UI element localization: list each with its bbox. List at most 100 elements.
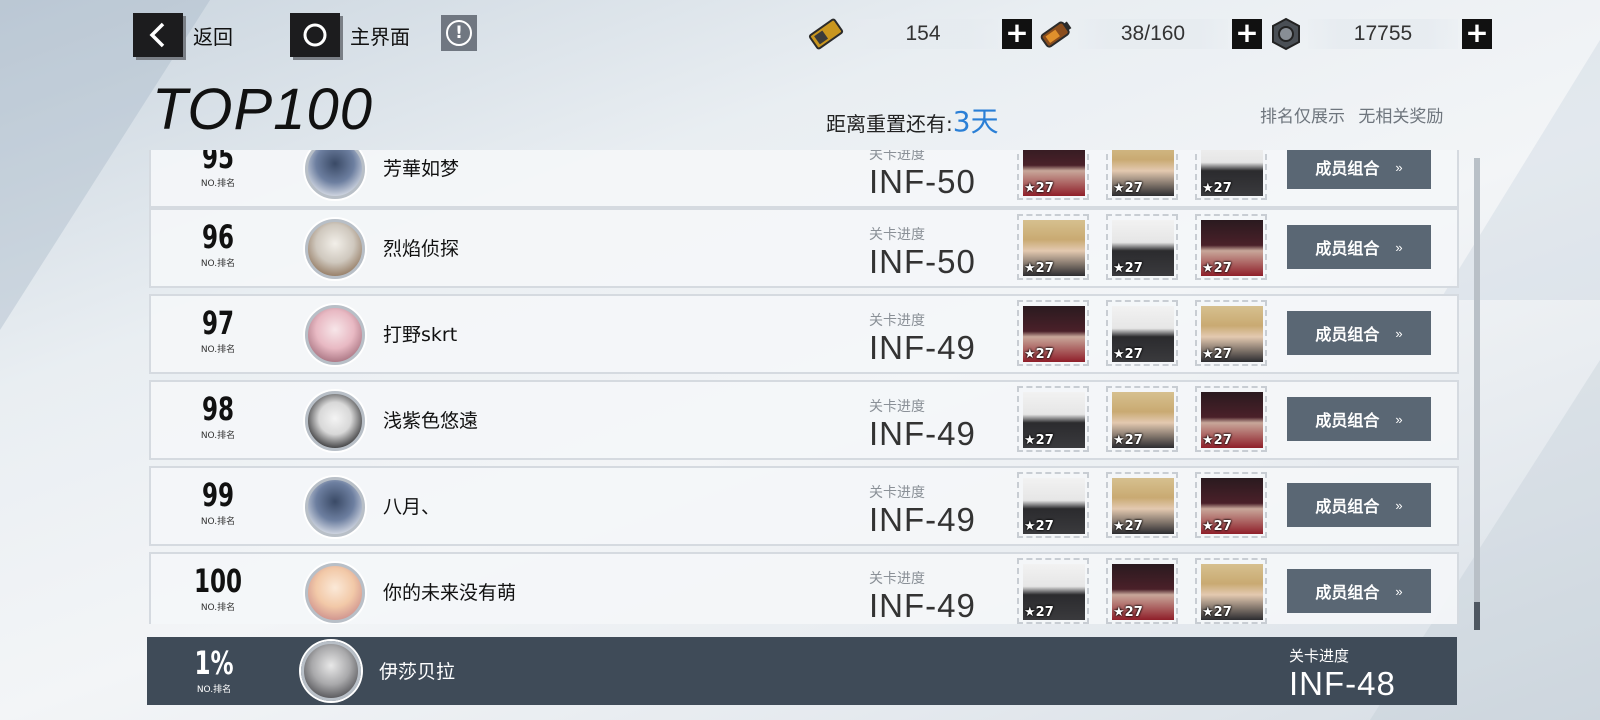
member-portrait: ★27: [1106, 300, 1178, 366]
member-portrait: ★27: [1195, 214, 1267, 280]
rank-block: 98 NO.排名: [173, 390, 263, 441]
member-portrait: ★27: [1106, 472, 1178, 538]
stage-progress: 关卡进度 INF-49: [869, 310, 976, 366]
leaderboard-row: 100 NO.排名 你的未来没有萌 关卡进度 INF-49 ★27 ★27 ★2…: [149, 552, 1459, 624]
player-avatar[interactable]: [305, 563, 365, 623]
member-portrait: ★27: [1106, 386, 1178, 452]
home-label: 主界面: [350, 24, 410, 49]
player-name: 八月、: [383, 496, 441, 518]
member-level: ★27: [1024, 261, 1054, 276]
info-button[interactable]: !: [441, 15, 477, 51]
member-portrait: ★27: [1017, 150, 1089, 200]
chevron-right-icon: »: [1395, 497, 1403, 513]
member-portrait: ★27: [1106, 214, 1178, 280]
back-arrow-icon: [133, 13, 183, 57]
member-level: ★27: [1202, 347, 1232, 362]
stage-progress: 关卡进度 INF-49: [869, 396, 976, 452]
team-composition-button[interactable]: 成员组合 »: [1287, 483, 1431, 527]
member-level: ★27: [1113, 519, 1143, 534]
rank-number: 100: [193, 562, 243, 600]
member-portrait: ★27: [1017, 214, 1089, 280]
add-coin-button[interactable]: +: [1462, 19, 1492, 49]
ranking-note: 排名仅展示 无相关奖励: [1260, 107, 1444, 127]
rank-sub-label: NO.排名: [200, 259, 236, 269]
page-title: TOP100: [152, 77, 373, 142]
team-members: ★27 ★27 ★27: [1017, 214, 1284, 280]
team-composition-button[interactable]: 成员组合 »: [1287, 150, 1431, 189]
progress-value: INF-49: [869, 587, 976, 624]
rank-block: 99 NO.排名: [173, 476, 263, 527]
member-portrait: ★27: [1017, 386, 1089, 452]
rank-block: 97 NO.排名: [173, 304, 263, 355]
my-stage-progress: 关卡进度 INF-48: [1289, 645, 1396, 702]
player-avatar[interactable]: [305, 150, 365, 199]
member-level: ★27: [1202, 261, 1232, 276]
member-portrait: ★27: [1017, 558, 1089, 624]
leaderboard-list[interactable]: 95 NO.排名 芳華如梦 关卡进度 INF-50 ★27 ★27 ★27 成员…: [149, 150, 1459, 624]
team-button-label: 成员组合: [1315, 161, 1380, 178]
progress-value: INF-50: [869, 163, 976, 200]
battery-icon: [1036, 14, 1076, 54]
member-level: ★27: [1113, 261, 1143, 276]
team-members: ★27 ★27 ★27: [1017, 300, 1284, 366]
add-ticket-button[interactable]: +: [1002, 19, 1032, 49]
team-button-label: 成员组合: [1315, 585, 1380, 602]
player-name: 浅紫色悠遠: [383, 410, 479, 432]
chevron-right-icon: »: [1395, 583, 1403, 599]
team-members: ★27 ★27 ★27: [1017, 386, 1284, 452]
team-button-label: 成员组合: [1315, 499, 1380, 516]
team-members: ★27 ★27 ★27: [1017, 558, 1284, 624]
progress-label: 关卡进度: [869, 485, 925, 501]
player-name: 芳華如梦: [383, 158, 460, 180]
scrollbar-thumb[interactable]: [1474, 602, 1480, 630]
reset-prefix: 距离重置还有:: [826, 112, 953, 136]
my-rank-percent: 1%: [194, 644, 234, 682]
rank-number: 97: [201, 304, 235, 342]
progress-value: INF-49: [869, 329, 976, 366]
stage-progress: 关卡进度 INF-49: [869, 568, 976, 624]
my-avatar[interactable]: [301, 641, 361, 701]
member-portrait: ★27: [1195, 472, 1267, 538]
home-button[interactable]: 主界面: [290, 13, 410, 57]
resource-battery: 38/160 +: [1036, 14, 1262, 54]
member-portrait: ★27: [1195, 300, 1267, 366]
team-composition-button[interactable]: 成员组合 »: [1287, 569, 1431, 613]
member-level: ★27: [1113, 605, 1143, 620]
add-battery-button[interactable]: +: [1232, 19, 1262, 49]
gear-coin-icon: [1266, 14, 1306, 54]
member-portrait: ★27: [1106, 150, 1178, 200]
back-button[interactable]: 返回: [133, 13, 233, 57]
chevron-right-icon: »: [1395, 159, 1403, 175]
chevron-right-icon: »: [1395, 325, 1403, 341]
progress-label: 关卡进度: [869, 313, 925, 329]
stage-progress: 关卡进度 INF-50: [869, 150, 976, 200]
progress-value: INF-50: [869, 243, 976, 280]
member-portrait: ★27: [1017, 472, 1089, 538]
member-level: ★27: [1113, 433, 1143, 448]
player-avatar[interactable]: [305, 391, 365, 451]
team-composition-button[interactable]: 成员组合 »: [1287, 311, 1431, 355]
list-scrollbar[interactable]: [1474, 158, 1480, 630]
player-avatar[interactable]: [305, 477, 365, 537]
my-progress-value: INF-48: [1289, 665, 1396, 702]
team-button-label: 成员组合: [1315, 327, 1380, 344]
rank-number: 98: [201, 390, 235, 428]
player-avatar[interactable]: [305, 305, 365, 365]
leaderboard-row: 97 NO.排名 打野skrt 关卡进度 INF-49 ★27 ★27 ★27 …: [149, 294, 1459, 374]
team-button-label: 成员组合: [1315, 241, 1380, 258]
progress-value: INF-49: [869, 415, 976, 452]
member-level: ★27: [1113, 347, 1143, 362]
progress-label: 关卡进度: [869, 399, 925, 415]
member-portrait: ★27: [1195, 150, 1267, 200]
member-level: ★27: [1202, 605, 1232, 620]
chevron-right-icon: »: [1395, 239, 1403, 255]
player-avatar[interactable]: [305, 219, 365, 279]
team-button-label: 成员组合: [1315, 413, 1380, 430]
team-composition-button[interactable]: 成员组合 »: [1287, 397, 1431, 441]
rank-block: 100 NO.排名: [173, 562, 263, 613]
info-icon: !: [446, 20, 472, 46]
leaderboard-row: 99 NO.排名 八月、 关卡进度 INF-49 ★27 ★27 ★27 成员组…: [149, 466, 1459, 546]
member-level: ★27: [1024, 433, 1054, 448]
team-composition-button[interactable]: 成员组合 »: [1287, 225, 1431, 269]
progress-label: 关卡进度: [869, 150, 925, 163]
